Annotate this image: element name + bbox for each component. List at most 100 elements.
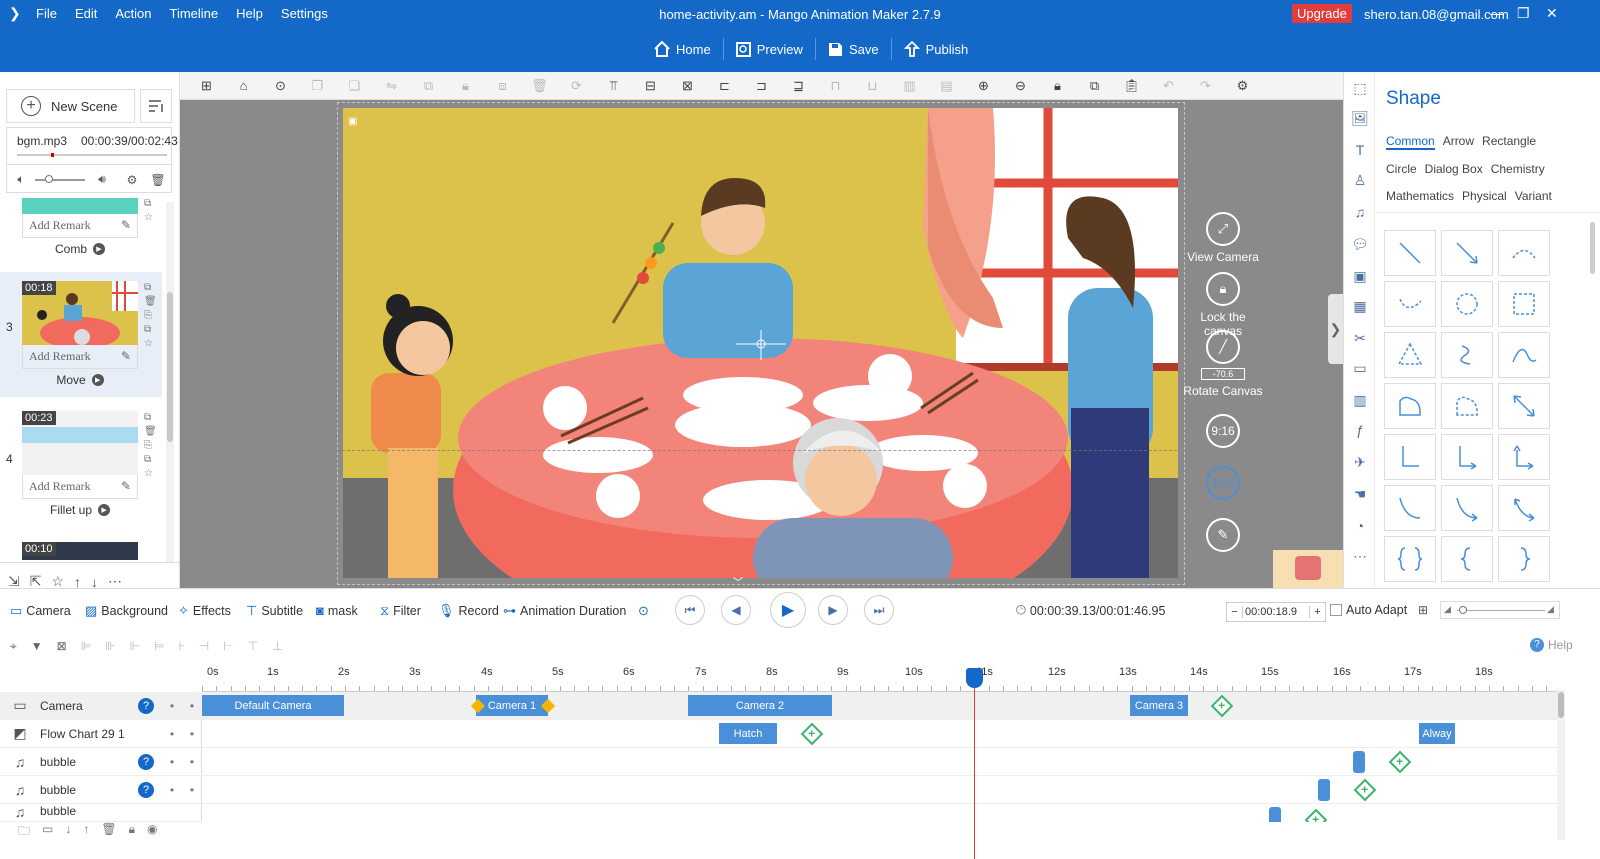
camera-tool-button[interactable]: ▭ Camera: [10, 603, 71, 619]
shape-line[interactable]: [1384, 230, 1436, 276]
layer-name[interactable]: bubble: [40, 783, 138, 797]
save-button[interactable]: Save: [824, 38, 883, 60]
add-layer-icon[interactable]: 🗀︎: [18, 822, 30, 840]
audio-progress[interactable]: [17, 153, 167, 157]
shape-braces[interactable]: [1384, 536, 1436, 582]
text-category-icon[interactable]: T: [1350, 142, 1370, 162]
scene-thumbnail[interactable]: 00:18: [22, 281, 138, 345]
delete-element-icon[interactable]: 🗑︎: [521, 78, 558, 94]
effects-category-icon[interactable]: ▣: [1350, 268, 1370, 288]
new-scene-button[interactable]: + New Scene: [6, 89, 135, 123]
shape-arrow-line[interactable]: [1441, 230, 1493, 276]
upgrade-button[interactable]: Upgrade: [1292, 4, 1352, 23]
effects-tool-button[interactable]: ✧ Effects: [178, 603, 231, 619]
timeline-zoom-slider[interactable]: ◢ ◢: [1440, 601, 1560, 619]
increase-time-icon[interactable]: +: [1309, 606, 1325, 618]
menu-file[interactable]: File: [36, 6, 57, 21]
add-keyframe-button[interactable]: +: [800, 722, 824, 746]
shape-curve[interactable]: [1384, 485, 1436, 531]
scene-thumbnail[interactable]: 00:10: [22, 542, 138, 560]
visibility-dot[interactable]: •: [162, 699, 182, 713]
scene-transition[interactable]: Fillet up: [50, 503, 92, 517]
tools-category-icon[interactable]: ✂: [1350, 330, 1370, 350]
chart-icon[interactable]: ▥: [891, 78, 928, 94]
jump-end-button[interactable]: ⏭: [864, 595, 894, 625]
extend-icon[interactable]: ⊢: [223, 639, 233, 653]
copy-icon[interactable]: ⧉: [144, 198, 153, 209]
duplicate-element-icon[interactable]: ⧈: [484, 78, 521, 94]
help-link[interactable]: ? Help: [1530, 638, 1573, 652]
camera-center-crosshair[interactable]: [736, 330, 786, 360]
add-keyframe-button[interactable]: +: [1304, 808, 1328, 822]
minimize-icon[interactable]: —: [1490, 5, 1504, 21]
shape-curve-double-arrow[interactable]: [1498, 485, 1550, 531]
shape-dashed-circle[interactable]: [1441, 281, 1493, 327]
shape-dashed-rect[interactable]: [1498, 281, 1550, 327]
align-top-icon[interactable]: ⫪: [595, 78, 632, 94]
track-camera[interactable]: Default Camera Camera 1 Camera 2 Camera …: [202, 692, 1557, 720]
tab-variant[interactable]: Variant: [1515, 189, 1552, 203]
scene-sort-button[interactable]: [140, 89, 172, 123]
tab-physical[interactable]: Physical: [1462, 189, 1507, 203]
shape-curve-arrow[interactable]: [1441, 485, 1493, 531]
shape-elbow[interactable]: [1384, 434, 1436, 480]
copy-icon[interactable]: ⧉: [1076, 78, 1113, 94]
split-icon[interactable]: ⊦: [179, 639, 185, 653]
sound-clip[interactable]: [1318, 779, 1330, 801]
lock-dot[interactable]: •: [182, 727, 202, 741]
help-icon[interactable]: ?: [138, 781, 154, 798]
bring-front-icon[interactable]: ❐: [299, 78, 336, 94]
subtitle-tool-button[interactable]: ⊤ Subtitle: [246, 603, 303, 619]
tab-dialog-box[interactable]: Dialog Box: [1425, 162, 1483, 176]
tab-mathematics[interactable]: Mathematics: [1386, 189, 1454, 203]
paste-icon[interactable]: ⎘: [144, 440, 157, 451]
scene-transition[interactable]: Comb: [55, 242, 87, 256]
timeline-scrollbar[interactable]: [1557, 690, 1565, 840]
shape-category-icon[interactable]: ⬚: [1350, 80, 1370, 100]
play-transition-icon[interactable]: ▶: [93, 243, 105, 255]
shape-freeform[interactable]: [1441, 332, 1493, 378]
rotate-canvas-control[interactable]: ╱ -70.6 Rotate Canvas: [1183, 330, 1263, 398]
help-icon[interactable]: ?: [138, 697, 154, 714]
background-tool-button[interactable]: ▨ Background: [85, 603, 168, 619]
lock-icon[interactable]: 🔒︎: [1039, 78, 1076, 94]
playhead-handle[interactable]: [966, 668, 983, 688]
visibility-dot[interactable]: •: [162, 727, 182, 741]
home-view-icon[interactable]: ⌂: [225, 78, 262, 93]
clip-default-camera[interactable]: Default Camera: [202, 695, 344, 716]
more-category-icon[interactable]: ⋯: [1350, 548, 1370, 568]
layer-name[interactable]: bubble: [40, 755, 138, 769]
more-options-icon[interactable]: ⊙: [262, 78, 299, 94]
scene-remark[interactable]: Add Remark: [29, 479, 91, 494]
mask-tool-button[interactable]: ◙ mask: [316, 603, 358, 618]
menu-timeline[interactable]: Timeline: [170, 6, 219, 21]
scene-thumbnail[interactable]: 00:23: [22, 411, 138, 475]
lock-dot[interactable]: •: [182, 755, 202, 769]
menu-edit[interactable]: Edit: [75, 6, 97, 21]
target-icon[interactable]: ⌖: [10, 639, 17, 654]
character-category-icon[interactable]: ♙: [1350, 172, 1370, 192]
move-up-icon[interactable]: ↑: [83, 822, 89, 840]
play-button[interactable]: ▶: [770, 592, 806, 628]
decrease-time-icon[interactable]: −: [1227, 606, 1243, 618]
paste-icon[interactable]: 📋︎: [1113, 78, 1150, 94]
sound-clip[interactable]: [1269, 807, 1281, 822]
bubble-category-icon[interactable]: 💬︎: [1350, 236, 1370, 256]
scene-remark[interactable]: Add Remark: [29, 218, 91, 233]
align-left-icon[interactable]: ⊏: [706, 78, 743, 94]
tab-rectangle[interactable]: Rectangle: [1482, 134, 1536, 150]
layer-row[interactable]: ▭ Camera ? • •: [0, 692, 202, 720]
time-input[interactable]: 00:00:18.9: [1243, 606, 1309, 618]
track-flow-chart[interactable]: Hatch + Alway: [202, 720, 1557, 748]
zoom-in-small-icon[interactable]: ◢: [1547, 604, 1554, 615]
time-ruler[interactable]: 0s 1s 2s 3s 4s 5s 6s 7s 8s 9s 10s 11s 12…: [202, 662, 1557, 692]
lock-canvas-button[interactable]: 🔒︎ Lock the canvas: [1183, 272, 1263, 338]
zoom-in-icon[interactable]: ⊕: [965, 78, 1002, 94]
move-down-icon[interactable]: ↓: [65, 822, 71, 840]
lock-element-icon[interactable]: 🔒︎: [447, 78, 484, 94]
more-tools-button[interactable]: ⊙: [638, 603, 649, 619]
layer-row[interactable]: ♫ bubble ? • •: [0, 748, 202, 776]
filter-tool-button[interactable]: ⧖ Filter: [380, 603, 421, 619]
align-middle-icon[interactable]: ⊟: [632, 78, 669, 94]
scene-card[interactable]: 00:10: [22, 542, 138, 560]
